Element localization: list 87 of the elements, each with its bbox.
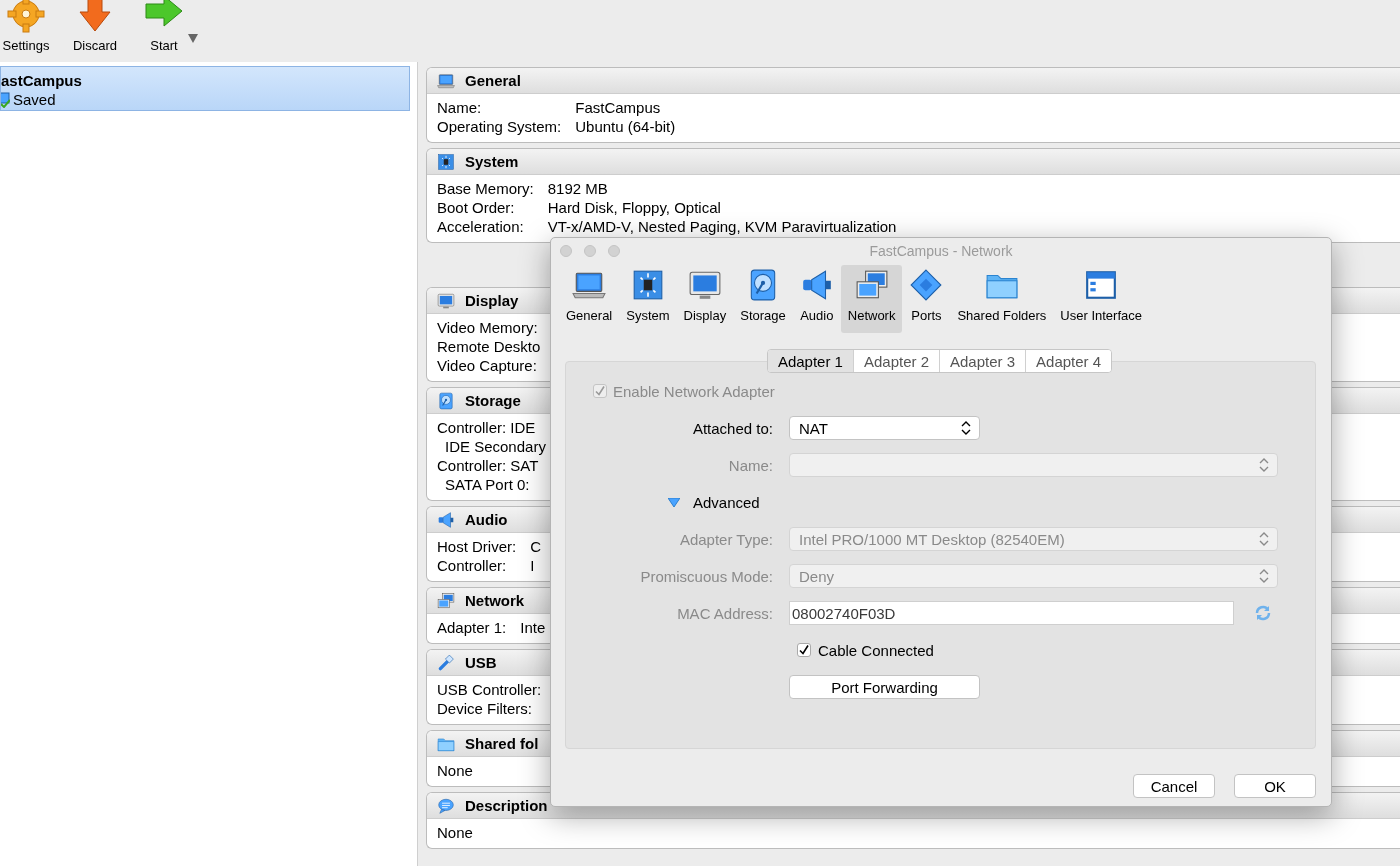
dialog-button[interactable]: OK xyxy=(1234,774,1316,798)
settings-category[interactable]: System xyxy=(619,265,677,333)
vm-state: Saved xyxy=(13,90,56,109)
toolbar-button[interactable]: Start xyxy=(150,38,178,53)
detail-label: Controller: xyxy=(437,556,507,575)
section-title: Description xyxy=(465,797,548,814)
saved-state-icon xyxy=(1,91,10,108)
detail-label: Boot Order: xyxy=(437,198,515,217)
refresh-icon[interactable] xyxy=(1254,604,1272,622)
detail-label: Operating System: xyxy=(437,117,562,136)
chevron-icon xyxy=(961,421,971,435)
vm-name: astCampus xyxy=(1,71,82,90)
speaker-icon xyxy=(437,510,455,529)
monitors-icon xyxy=(437,591,455,610)
settings-category[interactable]: Audio xyxy=(792,265,841,333)
detail-label: IDE Secondary xyxy=(444,437,546,456)
dropdown[interactable]: NAT xyxy=(789,416,980,440)
detail-value: Ubuntu (64-bit) xyxy=(575,117,676,136)
detail-value: FastCampus xyxy=(575,98,661,117)
window-control-button[interactable] xyxy=(608,245,620,257)
laptop-icon xyxy=(437,71,455,90)
settings-category[interactable]: Shared Folders xyxy=(950,265,1054,333)
detail-label: USB Controller: xyxy=(437,680,542,699)
usb-plug-icon xyxy=(437,653,455,672)
checkbox-label: Cable Connected xyxy=(818,641,934,659)
disclosure-label[interactable]: Advanced xyxy=(693,493,760,511)
caret-icon[interactable] xyxy=(188,34,198,43)
detail-label: SATA Port 0: xyxy=(444,475,530,494)
detail-label: Video Capture: xyxy=(437,356,537,375)
section-title: Storage xyxy=(465,392,521,409)
adapter-tab[interactable]: Adapter 1 xyxy=(767,350,853,372)
settings-category[interactable]: Ports xyxy=(902,265,951,333)
detail-value: C xyxy=(530,537,542,556)
detail-label: Remote Deskto xyxy=(437,337,541,356)
section-title: Shared fol xyxy=(465,735,539,752)
detail-label: Base Memory: xyxy=(437,179,534,198)
monitor-icon xyxy=(437,291,455,310)
settings-category[interactable]: General xyxy=(559,265,620,333)
detail-label: Acceleration: xyxy=(437,217,524,236)
detail-value: I xyxy=(530,556,535,575)
field-label: Adapter Type: xyxy=(678,530,773,548)
detail-label: Adapter 1: xyxy=(437,618,507,637)
adapter-tab[interactable]: Adapter 4 xyxy=(1025,350,1112,372)
detail-value: 8192 MB xyxy=(547,179,608,198)
chevron-icon xyxy=(1259,569,1269,583)
chevron-icon xyxy=(1259,532,1269,546)
settings-category[interactable]: Network xyxy=(840,265,903,333)
detail-label: Controller: SAT xyxy=(437,456,539,475)
detail-label: Controller: IDE xyxy=(437,418,536,437)
section-title: System xyxy=(465,153,519,170)
field-label: Promiscuous Mode: xyxy=(639,567,773,585)
field-label: Name: xyxy=(727,456,773,474)
detail-value: Inte xyxy=(520,618,546,637)
toolbar-button[interactable]: Discard xyxy=(72,38,118,53)
field-label: MAC Address: xyxy=(676,604,773,622)
port-forwarding-button[interactable]: Port Forwarding xyxy=(789,675,980,699)
settings-category[interactable]: Storage xyxy=(733,265,793,333)
detail-value: VT-x/AMD-V, Nested Paging, KVM Paravirtualization xyxy=(547,217,897,236)
settings-category[interactable]: Display xyxy=(676,265,734,333)
detail-value: Hard Disk, Floppy, Optical xyxy=(547,198,721,217)
detail-label: Host Driver: xyxy=(437,537,517,556)
section-title: Display xyxy=(465,292,519,309)
detail-label: None xyxy=(437,823,473,842)
section-title: General xyxy=(465,72,521,89)
detail-label: None xyxy=(437,761,473,780)
disclosure-triangle-icon[interactable] xyxy=(668,497,680,507)
chevron-icon xyxy=(1259,458,1269,472)
dialog-title: FastCampus - Network xyxy=(869,243,1013,259)
section-title: Network xyxy=(465,592,525,609)
section-title: Audio xyxy=(465,511,508,528)
chip-icon xyxy=(437,152,455,171)
window-icon xyxy=(1084,268,1119,302)
window-control-button[interactable] xyxy=(584,245,596,257)
detail-label: Device Filters: xyxy=(437,699,533,718)
checkbox[interactable] xyxy=(797,643,811,657)
window-control-button[interactable] xyxy=(560,245,572,257)
field-label: Attached to: xyxy=(691,419,773,437)
detail-label: Video Memory: xyxy=(437,318,538,337)
gear-icon xyxy=(6,0,46,34)
section-title: USB xyxy=(465,654,497,671)
speech-bubble-icon xyxy=(437,796,455,815)
toolbar-button[interactable]: Settings xyxy=(2,38,50,53)
checkbox-label: Enable Network Adapter xyxy=(613,382,775,400)
vm-list-item[interactable]: astCampus Saved xyxy=(0,66,410,111)
dialog-button[interactable]: Cancel xyxy=(1133,774,1215,798)
detail-label: Name: xyxy=(437,98,482,117)
settings-category[interactable]: User Interface xyxy=(1053,265,1149,333)
